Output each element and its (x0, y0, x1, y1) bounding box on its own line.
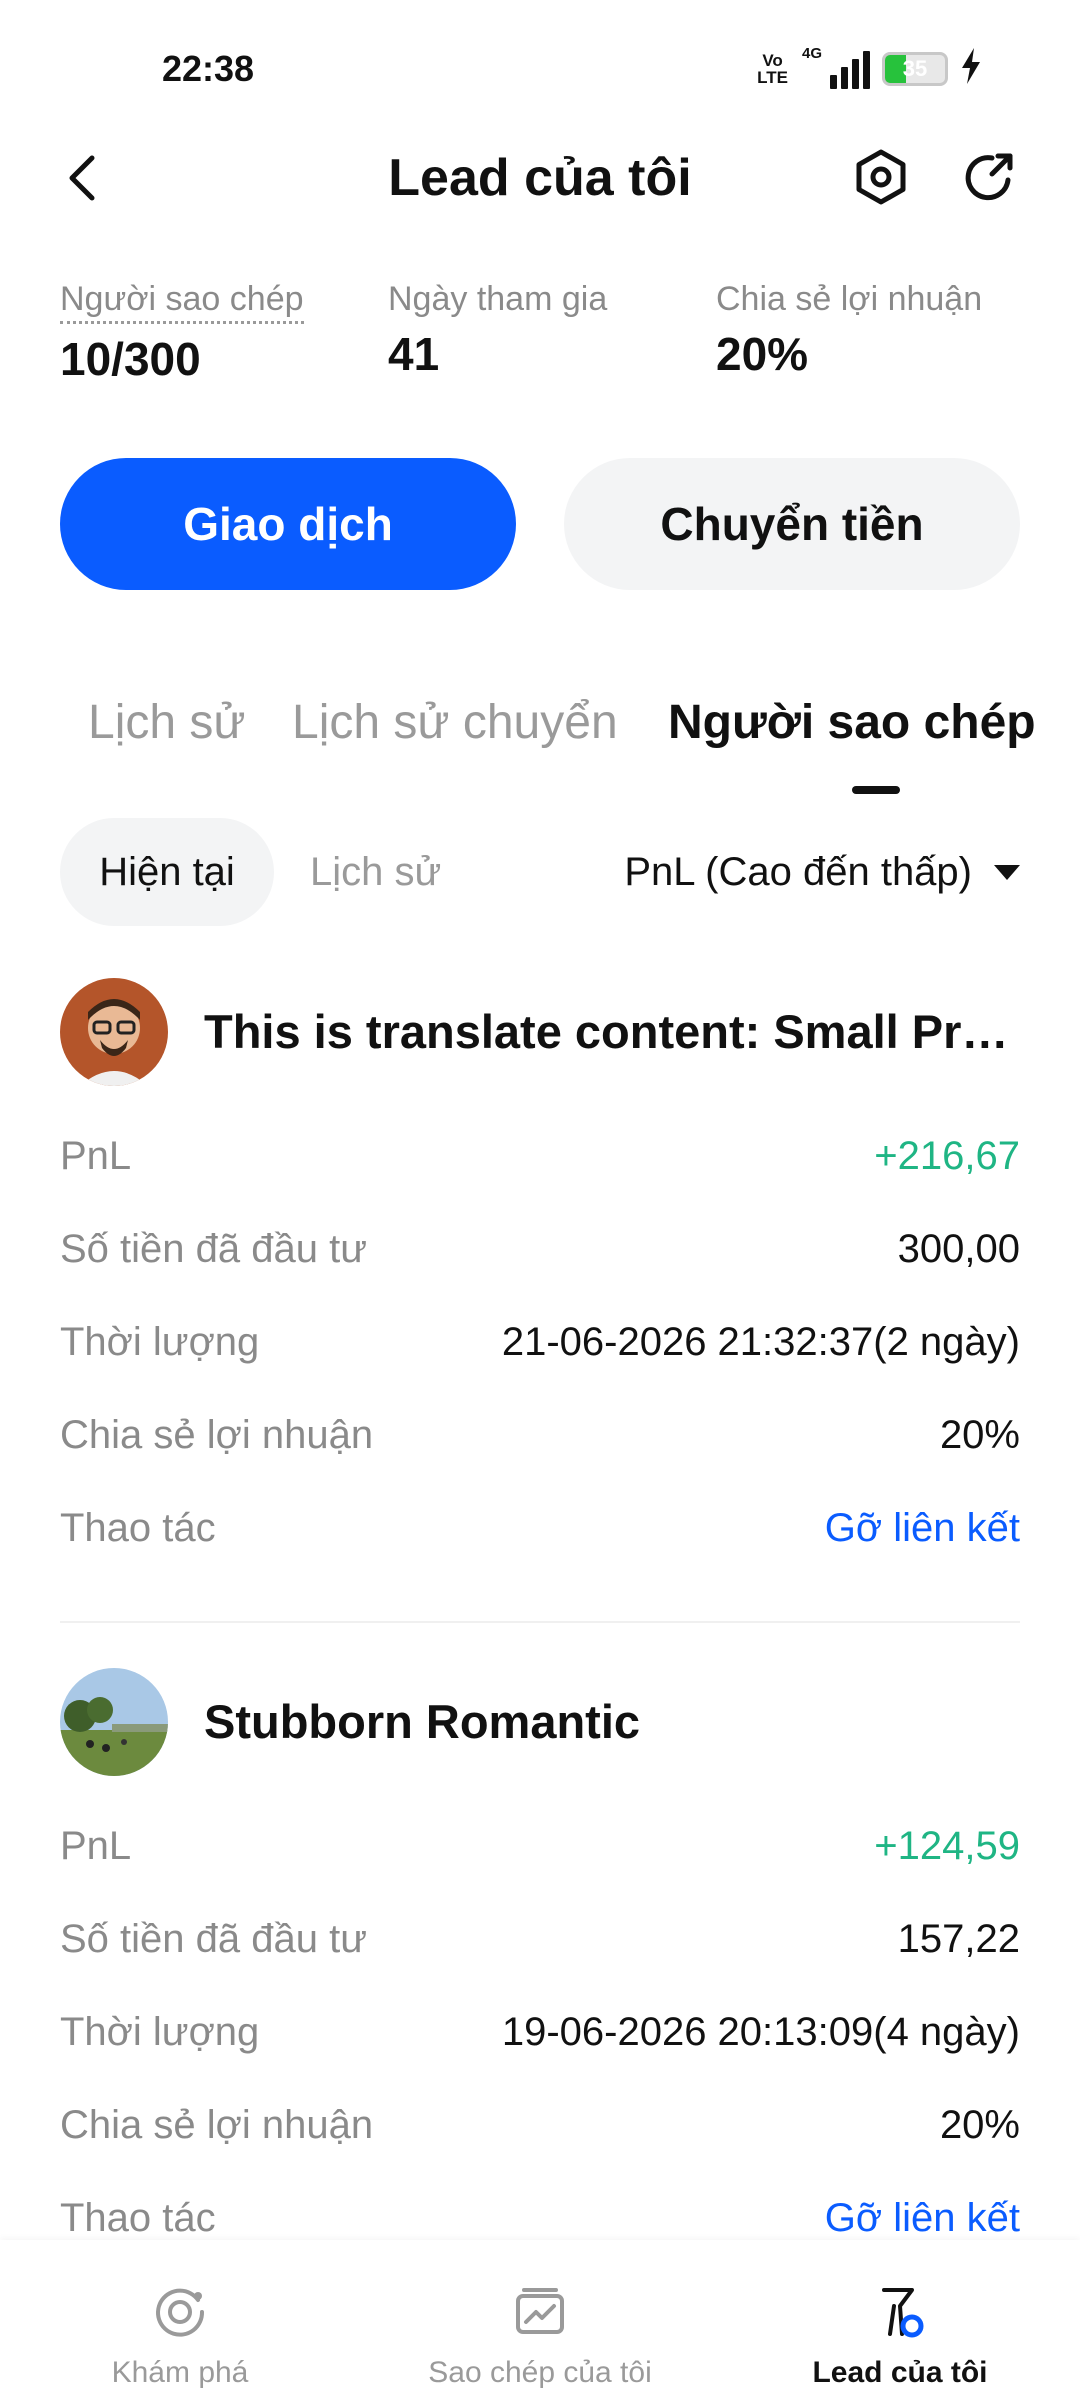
card-divider (60, 1621, 1020, 1623)
hexagon-settings-icon (856, 149, 906, 205)
active-tab-indicator (852, 786, 900, 794)
row-label: Thao tác (60, 1506, 216, 1550)
row-invested: Số tiền đã đầu tư 157,22 (60, 1917, 1020, 1977)
stat-profit-share: Chia sẻ lợi nhuận 20% (716, 280, 982, 381)
stat-value: 20% (716, 328, 809, 380)
copier-name: Stubborn Romantic (204, 1695, 641, 1748)
copier-name: This is translate content: Small Profits… (204, 1005, 1020, 1058)
row-duration: Thời lượng 21-06-2026 21:32:37(2 ngày) (60, 1320, 1020, 1380)
pnl-value: +124,59 (874, 1824, 1020, 1868)
row-profit-share: Chia sẻ lợi nhuận 20% (60, 1413, 1020, 1473)
settings-button[interactable] (850, 146, 912, 208)
row-pnl: PnL +216,67 (60, 1134, 1020, 1194)
explore-icon (156, 2288, 205, 2337)
share-button[interactable] (958, 146, 1020, 208)
row-label: Chia sẻ lợi nhuận (60, 1413, 374, 1457)
row-invested: Số tiền đã đầu tư 300,00 (60, 1227, 1020, 1287)
back-button[interactable] (54, 148, 114, 208)
status-icons: Vo LTE 4G 35 (757, 45, 982, 90)
row-action: Thao tác Gỡ liên kết (60, 1506, 1020, 1566)
tab-transfer-history[interactable]: Lịch sử chuyển (292, 695, 618, 750)
battery-level: 35 (902, 56, 928, 81)
row-pnl: PnL +124,59 (60, 1824, 1020, 1884)
row-profit-share: Chia sẻ lợi nhuận 20% (60, 2103, 1020, 2163)
caret-down-icon (994, 864, 1020, 880)
stat-value: 41 (388, 328, 440, 380)
tab-bar: Lịch sử Lịch sử chuyển Người sao chép (0, 695, 1080, 795)
page-title: Lead của tôi (388, 149, 692, 207)
bottom-nav: Khám phá Sao chép của tôi Lead của tôi (0, 2240, 1080, 2400)
signal-icon: 4G (800, 45, 870, 89)
avatar (60, 978, 168, 1086)
charging-icon (960, 48, 982, 90)
network-type: 4G (802, 45, 823, 62)
row-duration: Thời lượng 19-06-2026 20:13:09(4 ngày) (60, 2010, 1020, 2070)
nav-label: Khám phá (111, 2356, 249, 2389)
nav-my-lead[interactable]: Lead của tôi (720, 2240, 1080, 2400)
stat-label: Chia sẻ lợi nhuận (716, 280, 983, 318)
header: Lead của tôi (0, 130, 1080, 240)
unlink-button[interactable]: Gỡ liên kết (825, 1506, 1020, 1551)
stat-join-days: Ngày tham gia 41 (388, 280, 607, 381)
stat-label: Ngày tham gia (388, 280, 608, 318)
status-time: 22:38 (162, 48, 255, 89)
tab-history[interactable]: Lịch sử (88, 695, 246, 750)
volte-icon: Vo LTE (757, 52, 788, 86)
row-label: Số tiền đã đầu tư (60, 1227, 367, 1271)
sub-tab-bar: Hiện tại Lịch sử PnL (Cao đến thấp) (60, 818, 1020, 928)
status-bar: 22:38 Vo LTE 4G 35 (0, 0, 1080, 130)
share-icon (965, 153, 1013, 201)
profit-share-value: 20% (939, 2103, 1020, 2147)
stat-label: Người sao chép (60, 280, 304, 324)
chart-icon (516, 2288, 564, 2334)
volte-bottom: LTE (757, 68, 788, 87)
nav-explore[interactable]: Khám phá (0, 2240, 360, 2400)
transfer-button[interactable]: Chuyển tiền (564, 458, 1020, 590)
row-label: PnL (60, 1824, 132, 1868)
row-label: Thao tác (60, 2196, 216, 2240)
sort-dropdown[interactable]: PnL (Cao đến thấp) (624, 818, 1020, 926)
profit-share-value: 20% (939, 1413, 1020, 1457)
tab-copiers[interactable]: Người sao chép (668, 695, 1036, 750)
unlink-button[interactable]: Gỡ liên kết (825, 2196, 1020, 2241)
row-label: Số tiền đã đầu tư (60, 1917, 367, 1961)
trade-button[interactable]: Giao dịch (60, 458, 516, 590)
avatar (60, 1668, 168, 1776)
row-label: Thời lượng (60, 1320, 260, 1364)
nav-label: Lead của tôi (812, 2356, 988, 2389)
invested-value: 157,22 (897, 1917, 1020, 1961)
row-label: PnL (60, 1134, 132, 1178)
copier-header: Stubborn Romantic (60, 1668, 1020, 1778)
copier-header: This is translate content: Small Profits… (60, 978, 1020, 1088)
nav-label: Sao chép của tôi (428, 2356, 652, 2389)
row-label: Thời lượng (60, 2010, 260, 2054)
nav-my-copies[interactable]: Sao chép của tôi (360, 2240, 720, 2400)
invested-value: 300,00 (897, 1227, 1020, 1271)
row-label: Chia sẻ lợi nhuận (60, 2103, 374, 2147)
volte-top: Vo (762, 51, 783, 70)
duration-value: 19-06-2026 20:13:09(4 ngày) (501, 2010, 1020, 2054)
sort-label: PnL (Cao đến thấp) (624, 849, 972, 894)
battery-icon: 35 (882, 52, 948, 86)
chevron-left-icon (69, 155, 95, 201)
stat-value: 10/300 (60, 333, 201, 385)
lead-icon (882, 2288, 924, 2338)
pnl-value: +216,67 (874, 1134, 1020, 1178)
duration-value: 21-06-2026 21:32:37(2 ngày) (501, 1320, 1020, 1364)
subtab-current[interactable]: Hiện tại (60, 818, 274, 926)
stat-copiers[interactable]: Người sao chép 10/300 (60, 280, 304, 386)
subtab-history[interactable]: Lịch sử (310, 818, 441, 926)
lead-stats: Người sao chép 10/300 Ngày tham gia 41 C… (60, 280, 1020, 390)
